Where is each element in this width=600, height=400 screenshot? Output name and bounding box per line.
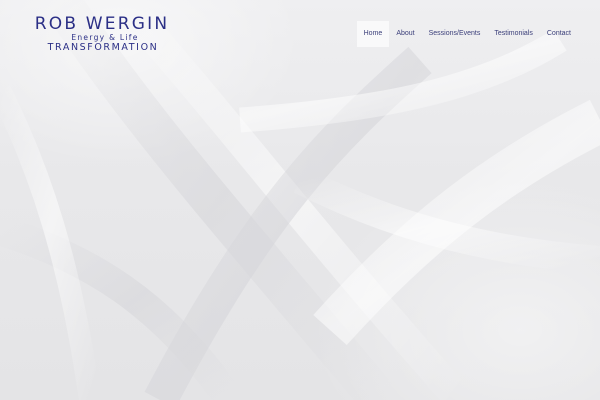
nav-item-testimonials[interactable]: Testimonials bbox=[487, 21, 540, 47]
logo-name: ROB WERGIN bbox=[34, 14, 170, 34]
nav-item-contact[interactable]: Contact bbox=[540, 21, 578, 47]
site-logo[interactable]: ROB WERGIN Energy & Life TRANSFORMATION bbox=[22, 14, 182, 54]
main-nav: Home About Sessions/Events Testimonials … bbox=[356, 21, 578, 47]
logo-tagline: Energy & Life bbox=[71, 33, 139, 42]
logo-subtitle: TRANSFORMATION bbox=[47, 42, 159, 53]
site-header: ROB WERGIN Energy & Life TRANSFORMATION … bbox=[0, 0, 600, 68]
nav-item-sessions-events[interactable]: Sessions/Events bbox=[422, 21, 488, 47]
nav-item-home[interactable]: Home bbox=[356, 21, 390, 47]
nav-item-about[interactable]: About bbox=[389, 21, 421, 47]
